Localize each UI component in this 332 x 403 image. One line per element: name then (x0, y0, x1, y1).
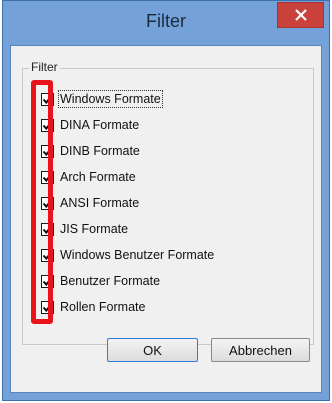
checkbox-row[interactable]: Rollen Formate (41, 299, 145, 315)
cancel-button[interactable]: Abbrechen (211, 338, 310, 362)
checkbox-label: JIS Formate (60, 222, 129, 236)
checkbox-row[interactable]: Windows Benutzer Formate (41, 247, 214, 263)
checkbox-label: ANSI Formate (60, 196, 140, 210)
checkbox-label: Windows Benutzer Formate (60, 248, 215, 262)
checkbox-label: Rollen Formate (60, 300, 146, 314)
groupbox-label: Filter (29, 60, 60, 74)
ok-button[interactable]: OK (107, 338, 198, 362)
checkbox-label: Arch Formate (60, 170, 136, 184)
close-icon (294, 9, 307, 21)
checkbox-label: DINA Formate (60, 118, 140, 132)
annotation-highlight (31, 80, 53, 324)
checkbox-row[interactable]: DINA Formate (41, 117, 139, 133)
checkbox-label: Benutzer Formate (60, 274, 161, 288)
checkbox-label: Windows Formate (58, 90, 163, 108)
checkbox-label: DINB Formate (60, 144, 140, 158)
checkbox-row[interactable]: JIS Formate (41, 221, 128, 237)
checkbox-row[interactable]: Arch Formate (41, 169, 136, 185)
title-bar[interactable]: Filter (3, 1, 329, 43)
close-button[interactable] (277, 2, 324, 28)
checkbox-row[interactable]: Windows Formate (41, 90, 163, 108)
checkbox-row[interactable]: Benutzer Formate (41, 273, 160, 289)
checkbox-row[interactable]: ANSI Formate (41, 195, 139, 211)
checkbox-row[interactable]: DINB Formate (41, 143, 140, 159)
